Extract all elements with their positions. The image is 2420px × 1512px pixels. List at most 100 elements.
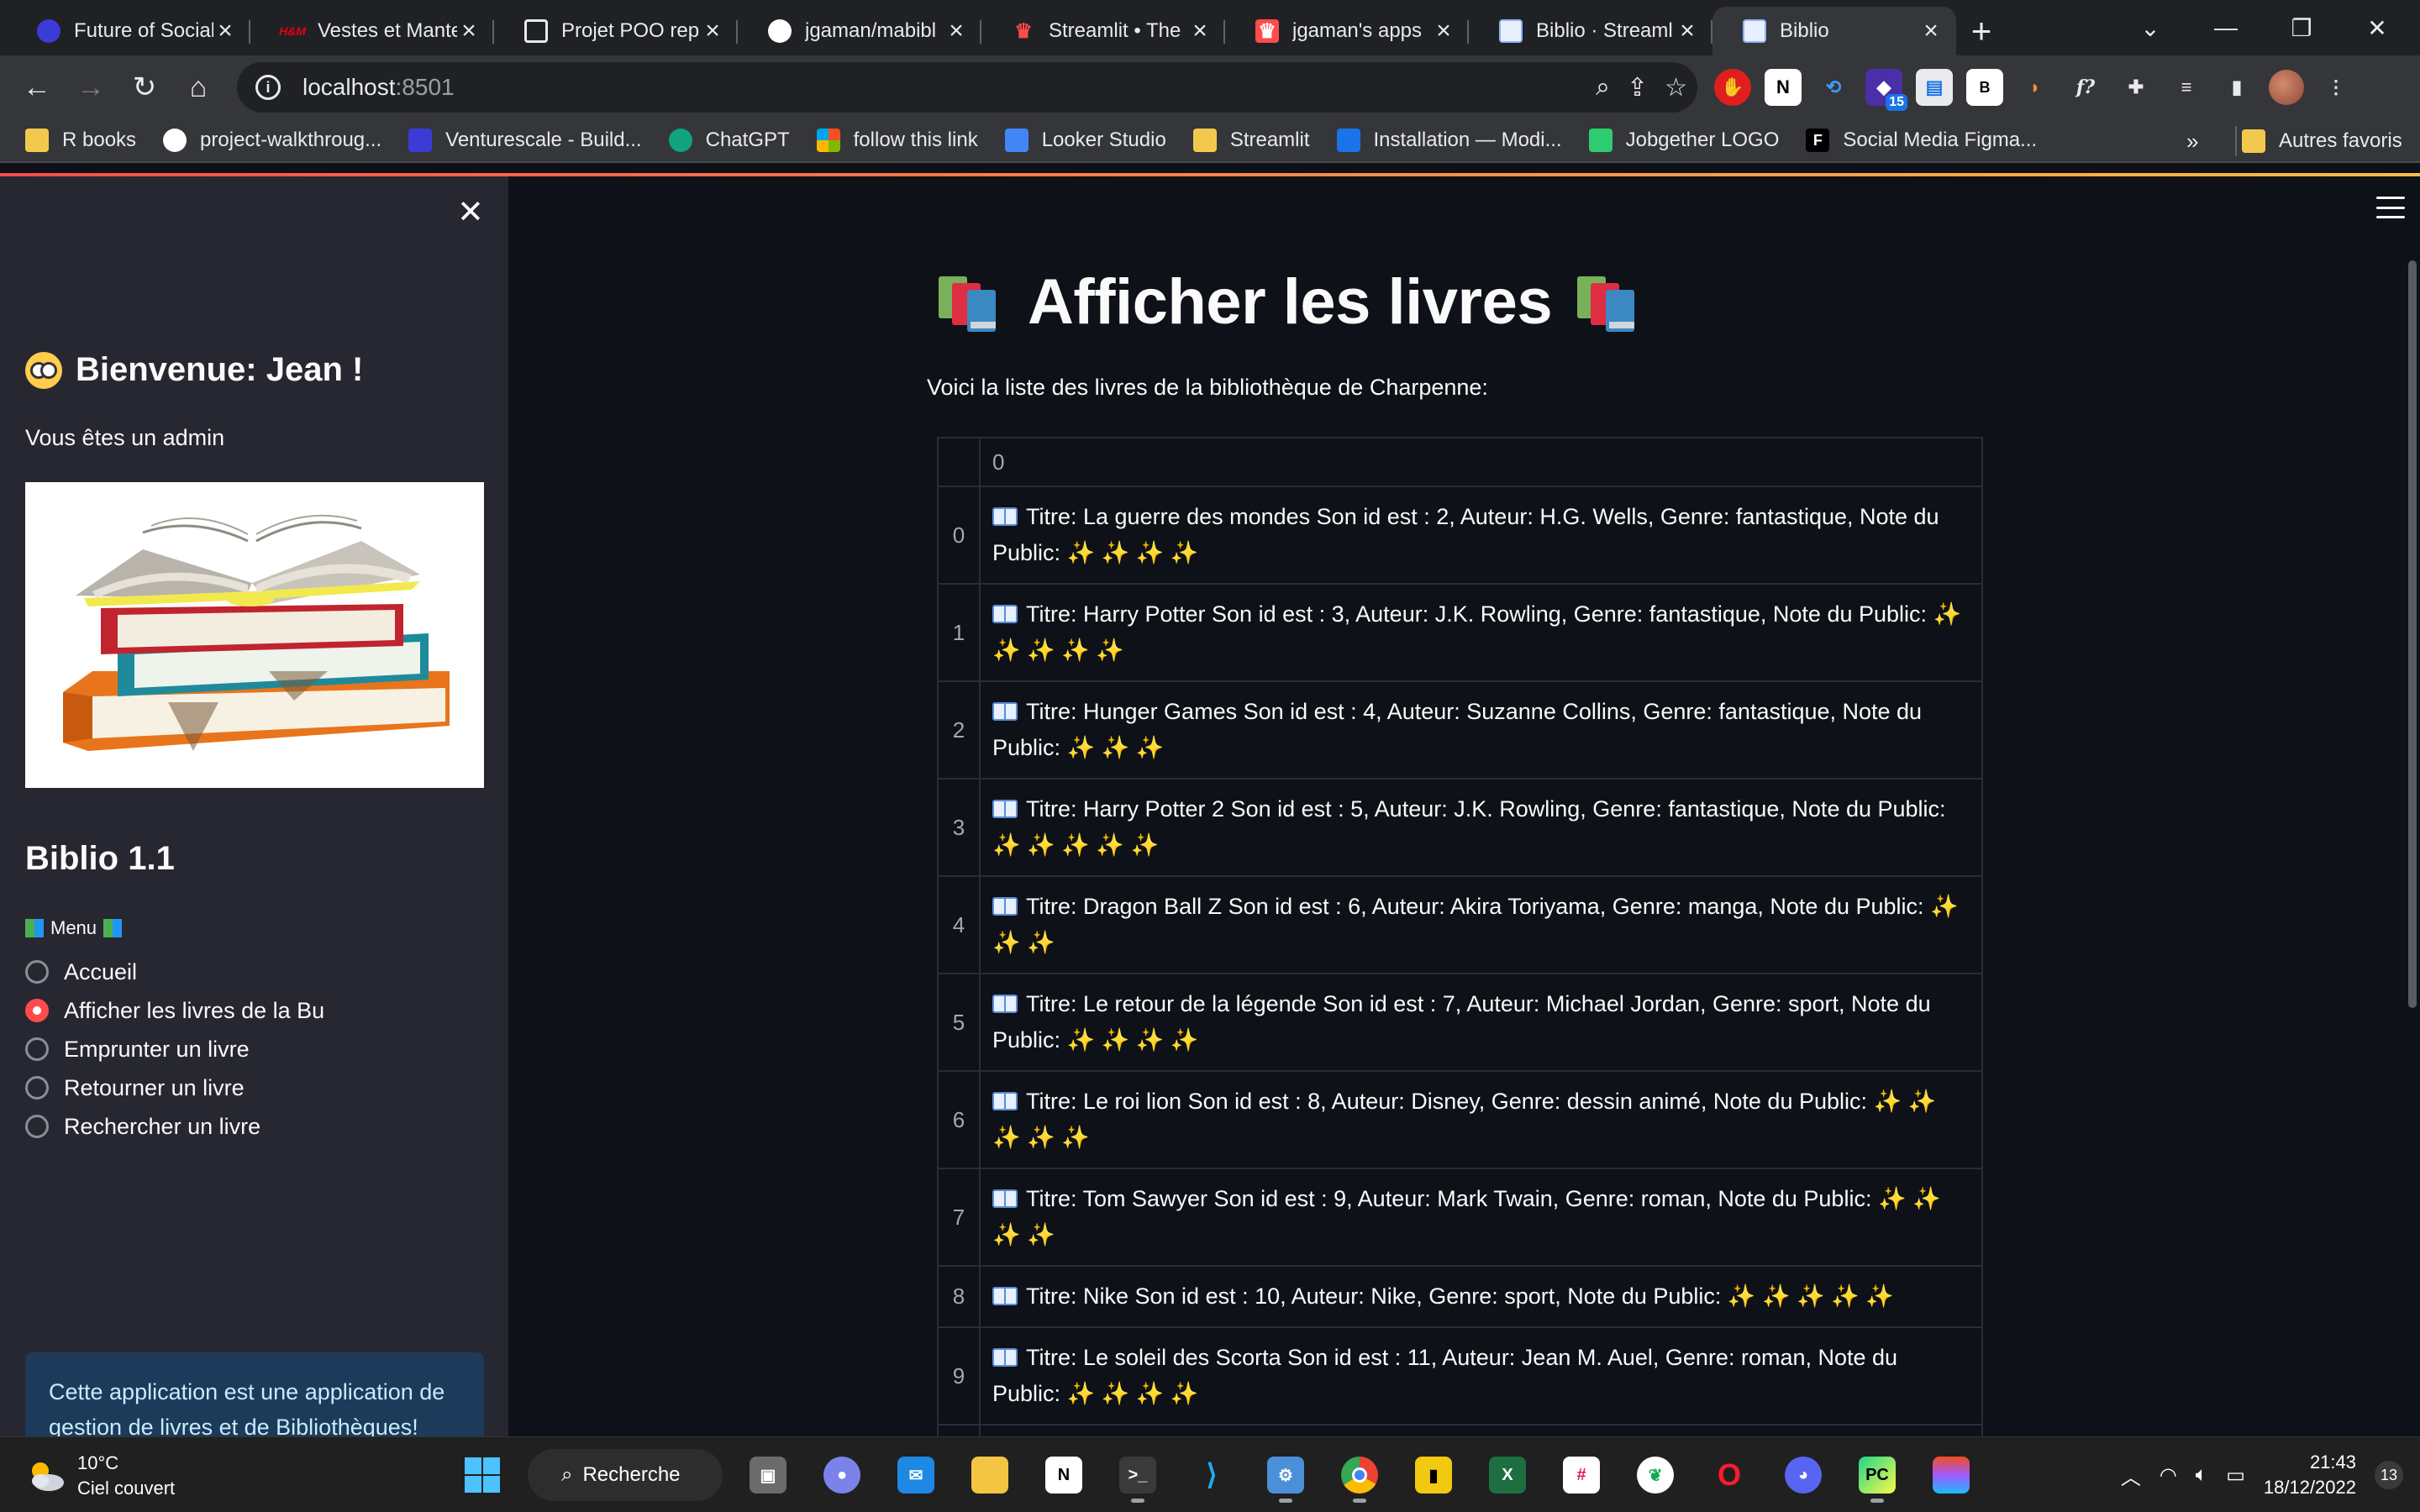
chrome-menu-icon[interactable]: ⋮	[2317, 69, 2354, 106]
browser-tab[interactable]: Biblio · Streaml ×	[1469, 7, 1712, 55]
bookmark-item[interactable]: Venturescale - Build...	[408, 129, 642, 152]
radio-button[interactable]	[25, 999, 49, 1022]
zoom-icon[interactable]: ⌕	[1596, 73, 1610, 102]
books-table[interactable]: 0 0 Titre: La guerre des mondes Son id es…	[937, 437, 1983, 1512]
profile-avatar[interactable]	[2269, 70, 2304, 105]
sheets-extension-icon[interactable]: ▤	[1916, 69, 1953, 106]
taskbar-search[interactable]: ⌕ Recherche	[528, 1449, 723, 1501]
formula-extension-icon[interactable]: f?	[2067, 69, 2104, 106]
file-explorer-icon[interactable]	[961, 1447, 1018, 1503]
weather-widget[interactable]: 10°C Ciel couvert	[25, 1451, 175, 1501]
home-icon[interactable]: ⌂	[171, 60, 225, 114]
figma-icon[interactable]	[1923, 1447, 1980, 1503]
slack-icon[interactable]: #	[1553, 1447, 1610, 1503]
bookmark-item[interactable]: F Social Media Figma...	[1806, 129, 2037, 152]
table-row[interactable]: 2 Titre: Hunger Games Son id est : 4, Aut…	[939, 682, 1981, 780]
browser-tab[interactable]: Future of Social ×	[7, 7, 250, 55]
swirl-extension-icon[interactable]: ⟲	[1815, 69, 1852, 106]
browser-tab[interactable]: ♛ jgaman's apps ×	[1225, 7, 1469, 55]
mail-icon[interactable]: ✉	[887, 1447, 944, 1503]
browser-tab[interactable]: Projet POO rep ×	[494, 7, 738, 55]
colorful-extension-icon[interactable]: ◗	[2017, 69, 2054, 106]
radio-button[interactable]	[25, 960, 49, 984]
table-cell[interactable]: Titre: Le soleil des Scorta Son id est :…	[981, 1328, 1981, 1424]
b-extension-icon[interactable]: B	[1966, 69, 2003, 106]
back-arrow-icon[interactable]: ←	[10, 60, 64, 114]
notion-taskbar-icon[interactable]: N	[1035, 1447, 1092, 1503]
table-cell[interactable]: Titre: Le roi lion Son id est : 8, Auteu…	[981, 1072, 1981, 1168]
url-text[interactable]: localhost:8501	[302, 74, 455, 101]
share-icon[interactable]: ⇪	[1627, 73, 1648, 102]
table-cell[interactable]: Titre: Harry Potter Son id est : 3, Aute…	[981, 585, 1981, 680]
close-sidebar-icon[interactable]: ✕	[457, 193, 484, 231]
main-menu-icon[interactable]	[2376, 197, 2405, 218]
menu-radio-option[interactable]: Afficher les livres de la Bu	[25, 991, 324, 1030]
table-cell[interactable]: Titre: Dragon Ball Z Son id est : 6, Aut…	[981, 877, 1981, 973]
table-row[interactable]: 4 Titre: Dragon Ball Z Son id est : 6, Au…	[939, 877, 1981, 974]
other-bookmarks-folder[interactable]: Autres favoris	[2242, 119, 2402, 163]
reading-list-icon[interactable]: ≡	[2168, 69, 2205, 106]
teams-chat-icon[interactable]: ●	[813, 1447, 871, 1503]
extension-badge-icon[interactable]: 15 ◆	[1865, 69, 1907, 111]
table-cell[interactable]: Titre: Le retour de la légende Son id es…	[981, 974, 1981, 1070]
mongodb-icon[interactable]: ❦	[1627, 1447, 1684, 1503]
table-cell[interactable]: Titre: Hunger Games Son id est : 4, Aute…	[981, 682, 1981, 778]
pycharm-icon[interactable]: PC	[1849, 1447, 1906, 1503]
clock[interactable]: 21:43 18/12/2022	[2264, 1450, 2356, 1500]
puzzle-extensions-icon[interactable]: ✚	[2118, 69, 2154, 106]
table-row[interactable]: 3 Titre: Harry Potter 2 Son id est : 5, A…	[939, 780, 1981, 877]
minimize-icon[interactable]: —	[2188, 0, 2264, 55]
reload-icon[interactable]: ↻	[118, 60, 171, 114]
browser-tab[interactable]: ♛ Streamlit • The ×	[981, 7, 1225, 55]
browser-tab[interactable]: Biblio ×	[1712, 7, 1956, 55]
close-tab-icon[interactable]: ×	[1432, 17, 1455, 45]
scrollbar[interactable]	[2408, 260, 2417, 1008]
battery-icon[interactable]: ▭	[2226, 1463, 2245, 1488]
bookmark-item[interactable]: follow this link	[816, 129, 978, 152]
vscode-icon[interactable]: ⟩	[1183, 1447, 1240, 1503]
table-row[interactable]: 1 Titre: Harry Potter Son id est : 3, Aut…	[939, 585, 1981, 682]
bookmark-item[interactable]: ChatGPT	[668, 129, 790, 152]
bookmark-item[interactable]: Looker Studio	[1004, 129, 1166, 152]
bookmark-item[interactable]: Jobgether LOGO	[1588, 129, 1779, 152]
table-row[interactable]: 7 Titre: Tom Sawyer Son id est : 9, Auteu…	[939, 1169, 1981, 1267]
table-cell[interactable]: Titre: Harry Potter 2 Son id est : 5, Au…	[981, 780, 1981, 875]
close-tab-icon[interactable]: ×	[944, 17, 968, 45]
excel-icon[interactable]: X	[1479, 1447, 1536, 1503]
restore-icon[interactable]: ❐	[2264, 0, 2339, 55]
bookmark-item[interactable]: Streamlit	[1192, 129, 1310, 152]
new-tab-button[interactable]: +	[1956, 7, 2007, 55]
table-row[interactable]: 0 Titre: La guerre des mondes Son id est …	[939, 487, 1981, 585]
windows-start-icon[interactable]	[454, 1447, 511, 1503]
bookmark-item[interactable]: Installation — Modi...	[1336, 129, 1562, 152]
close-tab-icon[interactable]: ×	[457, 17, 481, 45]
side-panel-icon[interactable]: ▮	[2218, 69, 2255, 106]
chrome-icon[interactable]	[1331, 1447, 1388, 1503]
radio-button[interactable]	[25, 1037, 49, 1061]
terminal-icon[interactable]: >_	[1109, 1447, 1166, 1503]
table-cell[interactable]: Titre: Nike Son id est : 10, Auteur: Nik…	[981, 1267, 1981, 1326]
task-view-icon[interactable]: ▣	[739, 1447, 797, 1503]
close-tab-icon[interactable]: ×	[1919, 17, 1943, 45]
close-window-icon[interactable]: ✕	[2339, 0, 2415, 55]
wifi-icon[interactable]: ◠	[2160, 1463, 2177, 1488]
close-tab-icon[interactable]: ×	[701, 17, 724, 45]
discord-icon[interactable]: ◕	[1775, 1447, 1832, 1503]
address-bar[interactable]: i localhost:8501 ⌕ ⇪ ☆	[237, 62, 1697, 113]
adblock-icon[interactable]: ✋	[1714, 69, 1751, 106]
menu-radio-option[interactable]: Retourner un livre	[25, 1068, 324, 1107]
menu-radio-option[interactable]: Rechercher un livre	[25, 1107, 324, 1146]
bookmark-item[interactable]: R books	[25, 129, 136, 152]
notion-icon[interactable]: N	[1765, 69, 1802, 106]
radio-button[interactable]	[25, 1115, 49, 1138]
radio-button[interactable]	[25, 1076, 49, 1100]
browser-tab[interactable]: H&M Vestes et Mante ×	[250, 7, 494, 55]
menu-radio-option[interactable]: Accueil	[25, 953, 324, 991]
column-header[interactable]: 0	[981, 438, 1981, 486]
power-bi-icon[interactable]: ▮	[1405, 1447, 1462, 1503]
table-row[interactable]: 9 Titre: Le soleil des Scorta Son id est …	[939, 1328, 1981, 1425]
browser-tab[interactable]: jgaman/mabibl ×	[738, 7, 981, 55]
settings-gear-icon[interactable]: ⚙	[1257, 1447, 1314, 1503]
table-row[interactable]: 8 Titre: Nike Son id est : 10, Auteur: Ni…	[939, 1267, 1981, 1328]
tab-search-icon[interactable]: ⌄	[2112, 0, 2188, 55]
